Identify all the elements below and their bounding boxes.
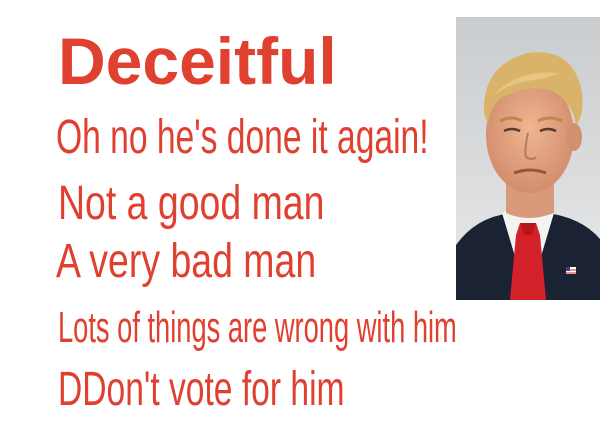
caption-line-4: Lots of things are wrong with him	[58, 303, 457, 352]
caption-line-1: Oh no he's done it again!	[56, 111, 429, 164]
caption-line-2: Not a good man	[58, 177, 325, 230]
caption-line-5: DDon't vote for him	[58, 363, 345, 416]
title-deceitful: Deceitful	[58, 24, 337, 98]
portrait-illustration	[456, 17, 600, 300]
caption-line-3: A very bad man	[56, 235, 317, 288]
portrait-photo	[456, 17, 600, 300]
